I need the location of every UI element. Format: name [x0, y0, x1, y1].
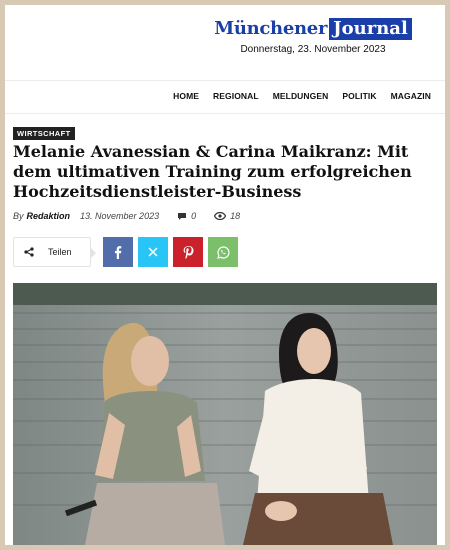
x-share-button[interactable]	[138, 237, 168, 267]
nav-item-politik[interactable]: POLITIK	[342, 91, 376, 101]
divider	[5, 80, 445, 81]
article-meta: By Redaktion 13. November 2023 0 18	[13, 211, 240, 221]
category-badge[interactable]: WIRTSCHAFT	[13, 127, 75, 140]
share-icon	[24, 247, 34, 257]
whatsapp-icon	[216, 245, 230, 259]
site-logo[interactable]: Münchener Journal	[214, 18, 412, 40]
comments-count[interactable]: 0	[177, 211, 196, 221]
article-title: Melanie Avanessian & Carina Maikranz: Mi…	[13, 142, 412, 201]
comment-icon	[178, 212, 187, 220]
author-link[interactable]: Redaktion	[27, 211, 71, 221]
facebook-icon	[115, 245, 122, 259]
whatsapp-share-button[interactable]	[208, 237, 238, 267]
social-buttons	[103, 237, 238, 267]
divider	[5, 113, 445, 114]
pinterest-share-button[interactable]	[173, 237, 203, 267]
nav-item-magazin[interactable]: MAGAZIN	[391, 91, 431, 101]
share-label: Teilen	[48, 247, 72, 257]
facebook-share-button[interactable]	[103, 237, 133, 267]
nav-item-regional[interactable]: REGIONAL	[213, 91, 259, 101]
x-icon	[148, 247, 158, 257]
share-button[interactable]: Teilen	[13, 237, 96, 267]
current-date: Donnerstag, 23. November 2023	[240, 44, 386, 55]
logo-text-left: Münchener	[214, 18, 328, 39]
main-nav: HOME REGIONAL MELDUNGEN POLITIK MAGAZIN	[173, 91, 431, 101]
nav-item-home[interactable]: HOME	[173, 91, 199, 101]
byline-prefix: By	[13, 211, 24, 221]
views-count: 18	[214, 211, 240, 221]
eye-icon	[214, 212, 227, 220]
masthead: Münchener Journal Donnerstag, 23. Novemb…	[214, 18, 412, 58]
page-frame: Münchener Journal Donnerstag, 23. Novemb…	[5, 5, 445, 545]
article-hero-image	[13, 283, 437, 545]
views-value: 18	[230, 211, 241, 221]
article-date: 13. November 2023	[80, 211, 160, 221]
share-bar: Teilen	[13, 237, 238, 267]
logo-text-right: Journal	[329, 18, 412, 40]
comments-value: 0	[191, 211, 197, 221]
nav-item-meldungen[interactable]: MELDUNGEN	[273, 91, 329, 101]
pinterest-icon	[183, 245, 193, 259]
